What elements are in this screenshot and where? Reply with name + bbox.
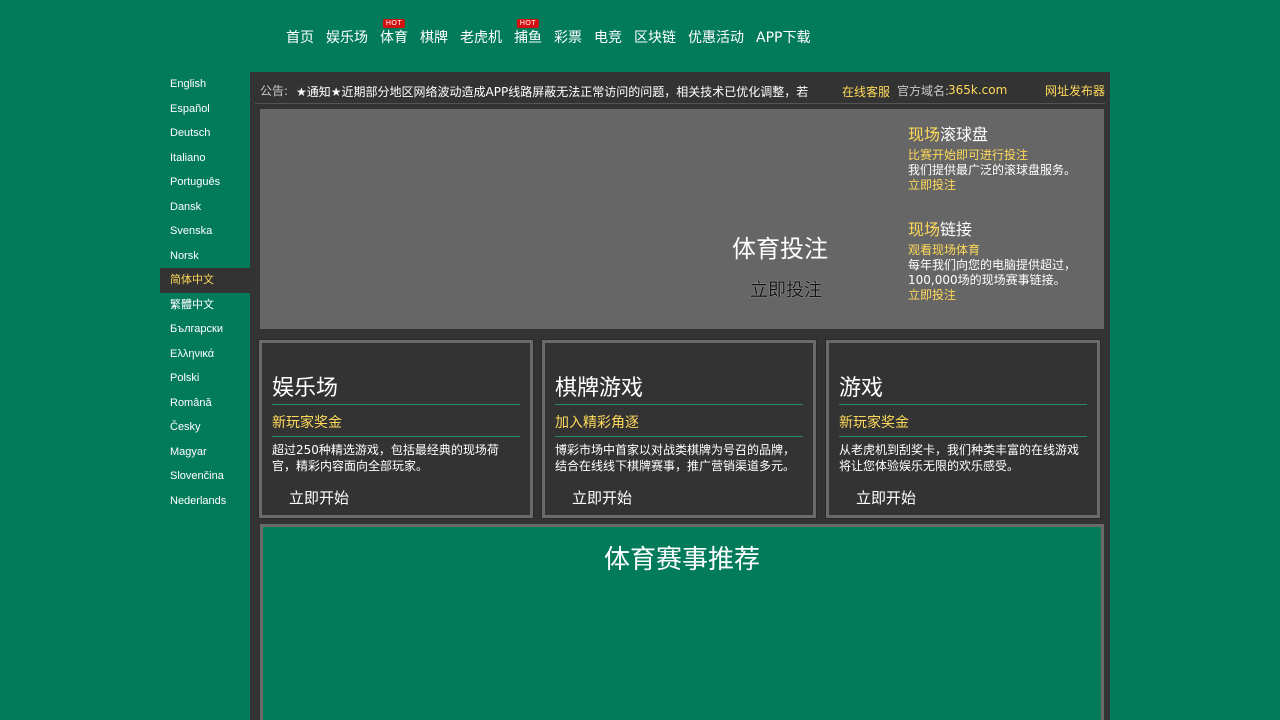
inplay-subtitle: 比赛开始即可进行投注 bbox=[908, 148, 1029, 162]
nav-item-home[interactable]: 首页 bbox=[280, 28, 320, 48]
card-title: 棋牌游戏 bbox=[555, 376, 644, 401]
card-divider bbox=[839, 436, 1087, 437]
card-divider bbox=[839, 404, 1087, 405]
nav-label: 彩票 bbox=[554, 30, 582, 46]
lang-svenska[interactable]: Svenska bbox=[160, 219, 250, 244]
nav-item-casino[interactable]: 娱乐场 bbox=[320, 28, 374, 48]
lang-norsk[interactable]: Norsk bbox=[160, 244, 250, 269]
card-subtitle: 新玩家奖金 bbox=[272, 415, 342, 431]
main-panel: 公告: ★通知★近期部分地区网络波动造成APP线路屏蔽无法正常访问的问题，相关技… bbox=[250, 72, 1110, 720]
stream-heading-highlight: 现场 bbox=[908, 220, 941, 239]
start-now-button[interactable]: 立即开始 bbox=[289, 487, 349, 508]
live-stream-block: 现场链接 观看现场体育 每年我们向您的电脑提供超过，100,000场的现场赛事链… bbox=[908, 219, 1088, 303]
stream-description: 每年我们向您的电脑提供超过，100,000场的现场赛事链接。 bbox=[908, 258, 1077, 287]
lang-slovencina[interactable]: Slovenčina bbox=[160, 464, 250, 489]
notice-marquee[interactable]: ★通知★近期部分地区网络波动造成APP线路屏蔽无法正常访问的问题，相关技术已优化… bbox=[296, 83, 816, 100]
notice-bar: 公告: ★通知★近期部分地区网络波动造成APP线路屏蔽无法正常访问的问题，相关技… bbox=[255, 78, 1105, 104]
card-title: 游戏 bbox=[839, 376, 884, 401]
casino-card[interactable]: 娱乐场 新玩家奖金 超过250种精选游戏，包括最经典的现场荷官，精彩内容面向全部… bbox=[258, 339, 534, 519]
card-description: 超过250种精选游戏，包括最经典的现场荷官，精彩内容面向全部玩家。 bbox=[272, 443, 499, 473]
nav-label: 棋牌 bbox=[420, 30, 448, 46]
card-divider bbox=[272, 404, 520, 405]
lang-polski[interactable]: Polski bbox=[160, 366, 250, 391]
inplay-bet-link[interactable]: 立即投注 bbox=[908, 178, 1088, 193]
chess-cards-card[interactable]: 棋牌游戏 加入精彩角逐 博彩市场中首家以对战类棋牌为号召的品牌，结合在线线下棋牌… bbox=[541, 339, 817, 519]
lang-magyar[interactable]: Magyar bbox=[160, 440, 250, 465]
official-domain-link[interactable]: 365k.com bbox=[948, 83, 1007, 97]
lang-simplified-chinese[interactable]: 简体中文 bbox=[160, 268, 250, 293]
nav-label: 首页 bbox=[286, 30, 314, 46]
language-sidebar: English Español Deutsch Italiano Portugu… bbox=[160, 72, 250, 513]
card-subtitle: 新玩家奖金 bbox=[839, 415, 909, 431]
banner-title: 体育投注 bbox=[732, 235, 828, 263]
lang-dansk[interactable]: Dansk bbox=[160, 195, 250, 220]
card-subtitle: 加入精彩角逐 bbox=[555, 415, 639, 431]
stream-subtitle: 观看现场体育 bbox=[908, 243, 981, 257]
recommendation-title: 体育赛事推荐 bbox=[603, 545, 760, 575]
nav-item-lottery[interactable]: 彩票 bbox=[548, 28, 588, 48]
inplay-heading-rest: 滚球盘 bbox=[940, 125, 989, 144]
lang-deutsch[interactable]: Deutsch bbox=[160, 121, 250, 146]
nav-label: 区块链 bbox=[634, 30, 676, 46]
stream-heading: 现场链接 bbox=[908, 219, 1088, 241]
online-service-link[interactable]: 在线客服 bbox=[842, 83, 890, 100]
card-description: 从老虎机到刮奖卡，我们种类丰富的在线游戏将让您体验娱乐无限的欢乐感受。 bbox=[839, 443, 1080, 473]
url-publisher-link[interactable]: 网址发布器 bbox=[1045, 82, 1105, 99]
nav-item-fishing[interactable]: HOT 捕鱼 bbox=[508, 19, 548, 48]
lang-italiano[interactable]: Italiano bbox=[160, 146, 250, 171]
hot-badge: HOT bbox=[516, 19, 540, 28]
start-now-button[interactable]: 立即开始 bbox=[572, 487, 632, 508]
domain-label: 官方域名: bbox=[897, 84, 950, 98]
nav-label: 捕鱼 bbox=[514, 30, 542, 46]
games-card[interactable]: 游戏 新玩家奖金 从老虎机到刮奖卡，我们种类丰富的在线游戏将让您体验娱乐无限的欢… bbox=[825, 339, 1101, 519]
nav-label: 娱乐场 bbox=[326, 30, 368, 46]
sports-recommendation-panel: 体育赛事推荐 bbox=[260, 524, 1104, 720]
card-description: 博彩市场中首家以对战类棋牌为号召的品牌，结合在线线下棋牌赛事，推广营销渠道多元。 bbox=[555, 443, 796, 473]
nav-label: APP下载 bbox=[756, 30, 811, 46]
lang-nederlands[interactable]: Nederlands bbox=[160, 489, 250, 514]
start-now-button[interactable]: 立即开始 bbox=[856, 487, 916, 508]
inplay-block: 现场滚球盘 比赛开始即可进行投注 我们提供最广泛的滚球盘服务。 立即投注 bbox=[908, 124, 1088, 193]
bet-now-button[interactable]: 立即投注 bbox=[750, 276, 822, 302]
nav-label: 体育 bbox=[380, 30, 408, 46]
lang-english[interactable]: English bbox=[160, 72, 250, 97]
lang-espanol[interactable]: Español bbox=[160, 97, 250, 122]
sports-betting-banner[interactable]: 体育投注 立即投注 现场滚球盘 比赛开始即可进行投注 我们提供最广泛的滚球盘服务… bbox=[260, 109, 1104, 329]
nav-label: 电竞 bbox=[594, 30, 622, 46]
card-title: 娱乐场 bbox=[272, 376, 339, 401]
nav-label: 优惠活动 bbox=[688, 30, 744, 46]
inplay-description: 我们提供最广泛的滚球盘服务。 bbox=[908, 163, 1077, 177]
lang-traditional-chinese[interactable]: 繁體中文 bbox=[160, 293, 250, 318]
card-divider bbox=[555, 404, 803, 405]
nav-item-chess-cards[interactable]: 棋牌 bbox=[414, 28, 454, 48]
lang-portugues[interactable]: Português bbox=[160, 170, 250, 195]
nav-item-esports[interactable]: 电竞 bbox=[588, 28, 628, 48]
lang-cesky[interactable]: Česky bbox=[160, 415, 250, 440]
card-divider bbox=[272, 436, 520, 437]
notice-label: 公告: bbox=[260, 84, 289, 98]
nav-item-blockchain[interactable]: 区块链 bbox=[628, 28, 682, 48]
nav-label: 老虎机 bbox=[460, 30, 502, 46]
stream-heading-rest: 链接 bbox=[940, 220, 973, 239]
hot-badge: HOT bbox=[382, 19, 406, 28]
lang-romana[interactable]: Română bbox=[160, 391, 250, 416]
nav-item-promotions[interactable]: 优惠活动 bbox=[682, 28, 750, 48]
card-divider bbox=[555, 436, 803, 437]
inplay-heading-highlight: 现场 bbox=[908, 125, 941, 144]
nav-item-app-download[interactable]: APP下载 bbox=[750, 28, 816, 48]
stream-bet-link[interactable]: 立即投注 bbox=[908, 288, 1088, 303]
nav-item-slots[interactable]: 老虎机 bbox=[454, 28, 508, 48]
nav-item-sports[interactable]: HOT 体育 bbox=[374, 19, 414, 48]
lang-greek[interactable]: Ελληνικά bbox=[160, 342, 250, 367]
top-nav: 首页 娱乐场 HOT 体育 棋牌 老虎机 HOT 捕鱼 彩票 电竞 区块链 优惠活动… bbox=[280, 19, 816, 48]
lang-bulgarian[interactable]: Български bbox=[160, 317, 250, 342]
inplay-heading: 现场滚球盘 bbox=[908, 124, 1088, 146]
